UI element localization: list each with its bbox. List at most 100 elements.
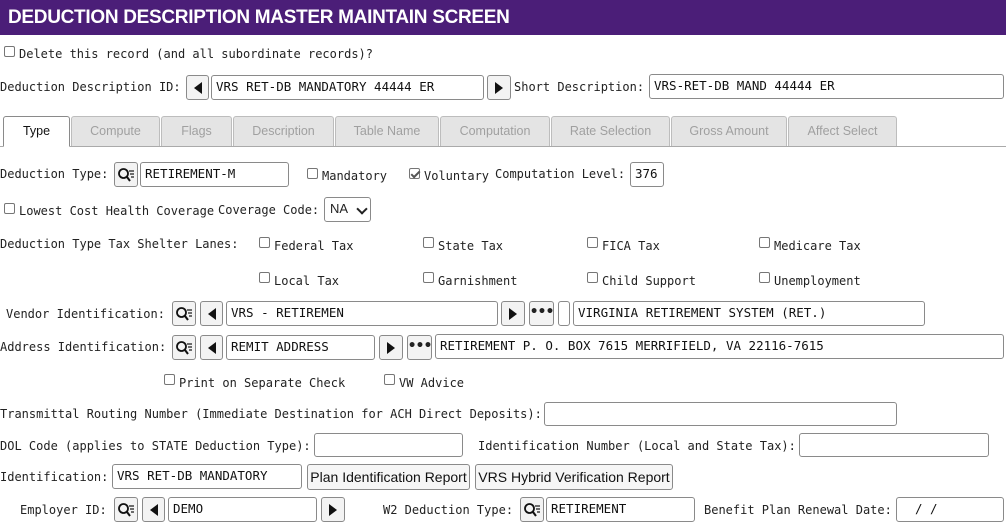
vendor-lookup-button[interactable] xyxy=(172,301,196,326)
computation-level-label: Computation Level: xyxy=(495,167,626,181)
w2-type-label: W2 Deduction Type: xyxy=(383,503,514,517)
plan-identification-report-button[interactable]: Plan Identification Report xyxy=(307,464,470,490)
vw-advice-checkbox[interactable] xyxy=(384,374,395,385)
voluntary-checkbox[interactable] xyxy=(409,168,420,179)
lowest-cost-label: Lowest Cost Health Coverage xyxy=(19,204,215,218)
vw-advice-label: VW Advice xyxy=(399,376,465,390)
short-description-label: Short Description: xyxy=(514,80,645,94)
employer-next-button[interactable] xyxy=(321,497,345,522)
vendor-label: Vendor Identification: xyxy=(6,307,165,321)
child-support-checkbox[interactable] xyxy=(587,272,598,283)
chevron-down-icon xyxy=(356,203,368,215)
employer-id-label: Employer ID: xyxy=(20,503,107,517)
address-id-field[interactable]: REMIT ADDRESS xyxy=(226,335,375,360)
tab-affect-select[interactable]: Affect Select xyxy=(788,116,897,146)
arrow-left-icon xyxy=(207,307,216,320)
renewal-date-field[interactable]: / / xyxy=(896,497,1004,522)
delete-record-label: Delete this record (and all subordinate … xyxy=(19,47,374,61)
address-next-button[interactable] xyxy=(379,335,403,360)
arrow-right-icon xyxy=(329,503,337,516)
tab-compute[interactable]: Compute xyxy=(71,116,160,146)
identification-number-label: Identification Number (Local and State T… xyxy=(478,439,796,453)
deduction-type-field[interactable]: RETIREMENT-M xyxy=(140,162,289,187)
transmittal-field[interactable] xyxy=(544,402,897,426)
employer-id-field[interactable]: DEMO xyxy=(168,497,317,522)
address-text-field[interactable]: RETIREMENT P. O. BOX 7615 MERRIFIELD, VA… xyxy=(435,334,1004,359)
federal-tax-checkbox[interactable] xyxy=(259,237,270,248)
vrs-hybrid-verification-report-button[interactable]: VRS Hybrid Verification Report xyxy=(475,464,673,490)
tab-type[interactable]: Type xyxy=(3,116,70,147)
address-label: Address Identification: xyxy=(0,340,167,354)
state-tax-checkbox[interactable] xyxy=(423,237,434,248)
lowest-cost-checkbox[interactable] xyxy=(4,203,15,214)
fica-tax-label: FICA Tax xyxy=(602,239,660,253)
tab-rate-selection[interactable]: Rate Selection xyxy=(551,116,670,146)
ellipsis-icon: ••• xyxy=(529,303,555,320)
delete-record-checkbox[interactable] xyxy=(4,46,15,57)
vendor-next-button[interactable] xyxy=(501,301,525,326)
unemployment-checkbox[interactable] xyxy=(759,272,770,283)
local-tax-checkbox[interactable] xyxy=(259,272,270,283)
tax-shelter-label: Deduction Type Tax Shelter Lanes: xyxy=(0,237,239,251)
coverage-code-label: Coverage Code: xyxy=(218,203,320,217)
lookup-icon xyxy=(118,167,134,182)
lookup-icon xyxy=(118,502,134,517)
voluntary-label: Voluntary xyxy=(424,169,490,183)
lookup-icon xyxy=(176,340,192,355)
tab-bar: Type Compute Flags Description Table Nam… xyxy=(0,116,1006,147)
coverage-code-value: NA xyxy=(330,201,349,216)
garnishment-label: Garnishment xyxy=(438,274,518,288)
vendor-id-field[interactable]: VRS - RETIREMEN xyxy=(226,301,498,326)
garnishment-checkbox[interactable] xyxy=(423,272,434,283)
transmittal-label: Transmittal Routing Number (Immediate De… xyxy=(0,407,542,421)
employer-prev-button[interactable] xyxy=(142,497,165,522)
arrow-left-icon xyxy=(207,341,216,354)
lookup-icon xyxy=(176,306,192,321)
fica-tax-checkbox[interactable] xyxy=(587,237,598,248)
arrow-left-icon xyxy=(193,81,202,94)
vendor-prev-button[interactable] xyxy=(200,301,223,326)
dol-code-field[interactable] xyxy=(314,433,463,457)
arrow-right-icon xyxy=(509,307,517,320)
address-more-button[interactable]: ••• xyxy=(407,335,432,360)
arrow-left-icon xyxy=(149,503,158,516)
prev-record-button[interactable] xyxy=(186,75,209,100)
arrow-right-icon xyxy=(387,341,395,354)
arrow-right-icon xyxy=(495,81,503,94)
identification-label: Identification: xyxy=(0,470,109,484)
deduction-type-lookup-button[interactable] xyxy=(114,162,138,187)
deduction-id-label: Deduction Description ID: xyxy=(0,80,181,94)
identification-number-field[interactable] xyxy=(799,433,989,457)
deduction-type-label: Deduction Type: xyxy=(0,167,109,181)
vendor-more-button[interactable]: ••• xyxy=(529,301,554,326)
computation-level-field[interactable]: 376 xyxy=(630,162,664,187)
vendor-spacer-field xyxy=(558,301,570,326)
unemployment-label: Unemployment xyxy=(774,274,861,288)
tab-flags[interactable]: Flags xyxy=(161,116,232,146)
page-title: DEDUCTION DESCRIPTION MASTER MAINTAIN SC… xyxy=(0,0,1006,35)
employer-lookup-button[interactable] xyxy=(114,497,138,522)
tab-description[interactable]: Description xyxy=(233,116,334,146)
mandatory-label: Mandatory xyxy=(322,169,388,183)
address-prev-button[interactable] xyxy=(200,335,223,360)
tab-computation[interactable]: Computation xyxy=(440,116,550,146)
local-tax-label: Local Tax xyxy=(274,274,340,288)
dol-code-label: DOL Code (applies to STATE Deduction Typ… xyxy=(0,439,311,453)
vendor-name-field[interactable]: VIRGINIA RETIREMENT SYSTEM (RET.) xyxy=(573,301,925,326)
identification-field[interactable]: VRS RET-DB MANDATORY xyxy=(112,464,302,489)
print-separate-checkbox[interactable] xyxy=(164,374,175,385)
next-record-button[interactable] xyxy=(487,75,511,100)
short-description-field[interactable]: VRS-RET-DB MAND 44444 ER xyxy=(649,74,1004,99)
address-lookup-button[interactable] xyxy=(172,335,196,360)
renewal-date-label: Benefit Plan Renewal Date: xyxy=(704,503,892,517)
w2-type-lookup-button[interactable] xyxy=(520,497,544,522)
coverage-code-select[interactable]: NA xyxy=(324,197,371,222)
print-separate-label: Print on Separate Check xyxy=(179,376,346,390)
tab-table-name[interactable]: Table Name xyxy=(335,116,439,146)
tab-gross-amount[interactable]: Gross Amount xyxy=(671,116,787,146)
mandatory-checkbox[interactable] xyxy=(307,168,318,179)
state-tax-label: State Tax xyxy=(438,239,504,253)
deduction-id-field[interactable]: VRS RET-DB MANDATORY 44444 ER xyxy=(211,75,484,100)
w2-type-field[interactable]: RETIREMENT xyxy=(546,497,695,522)
medicare-tax-checkbox[interactable] xyxy=(759,237,770,248)
